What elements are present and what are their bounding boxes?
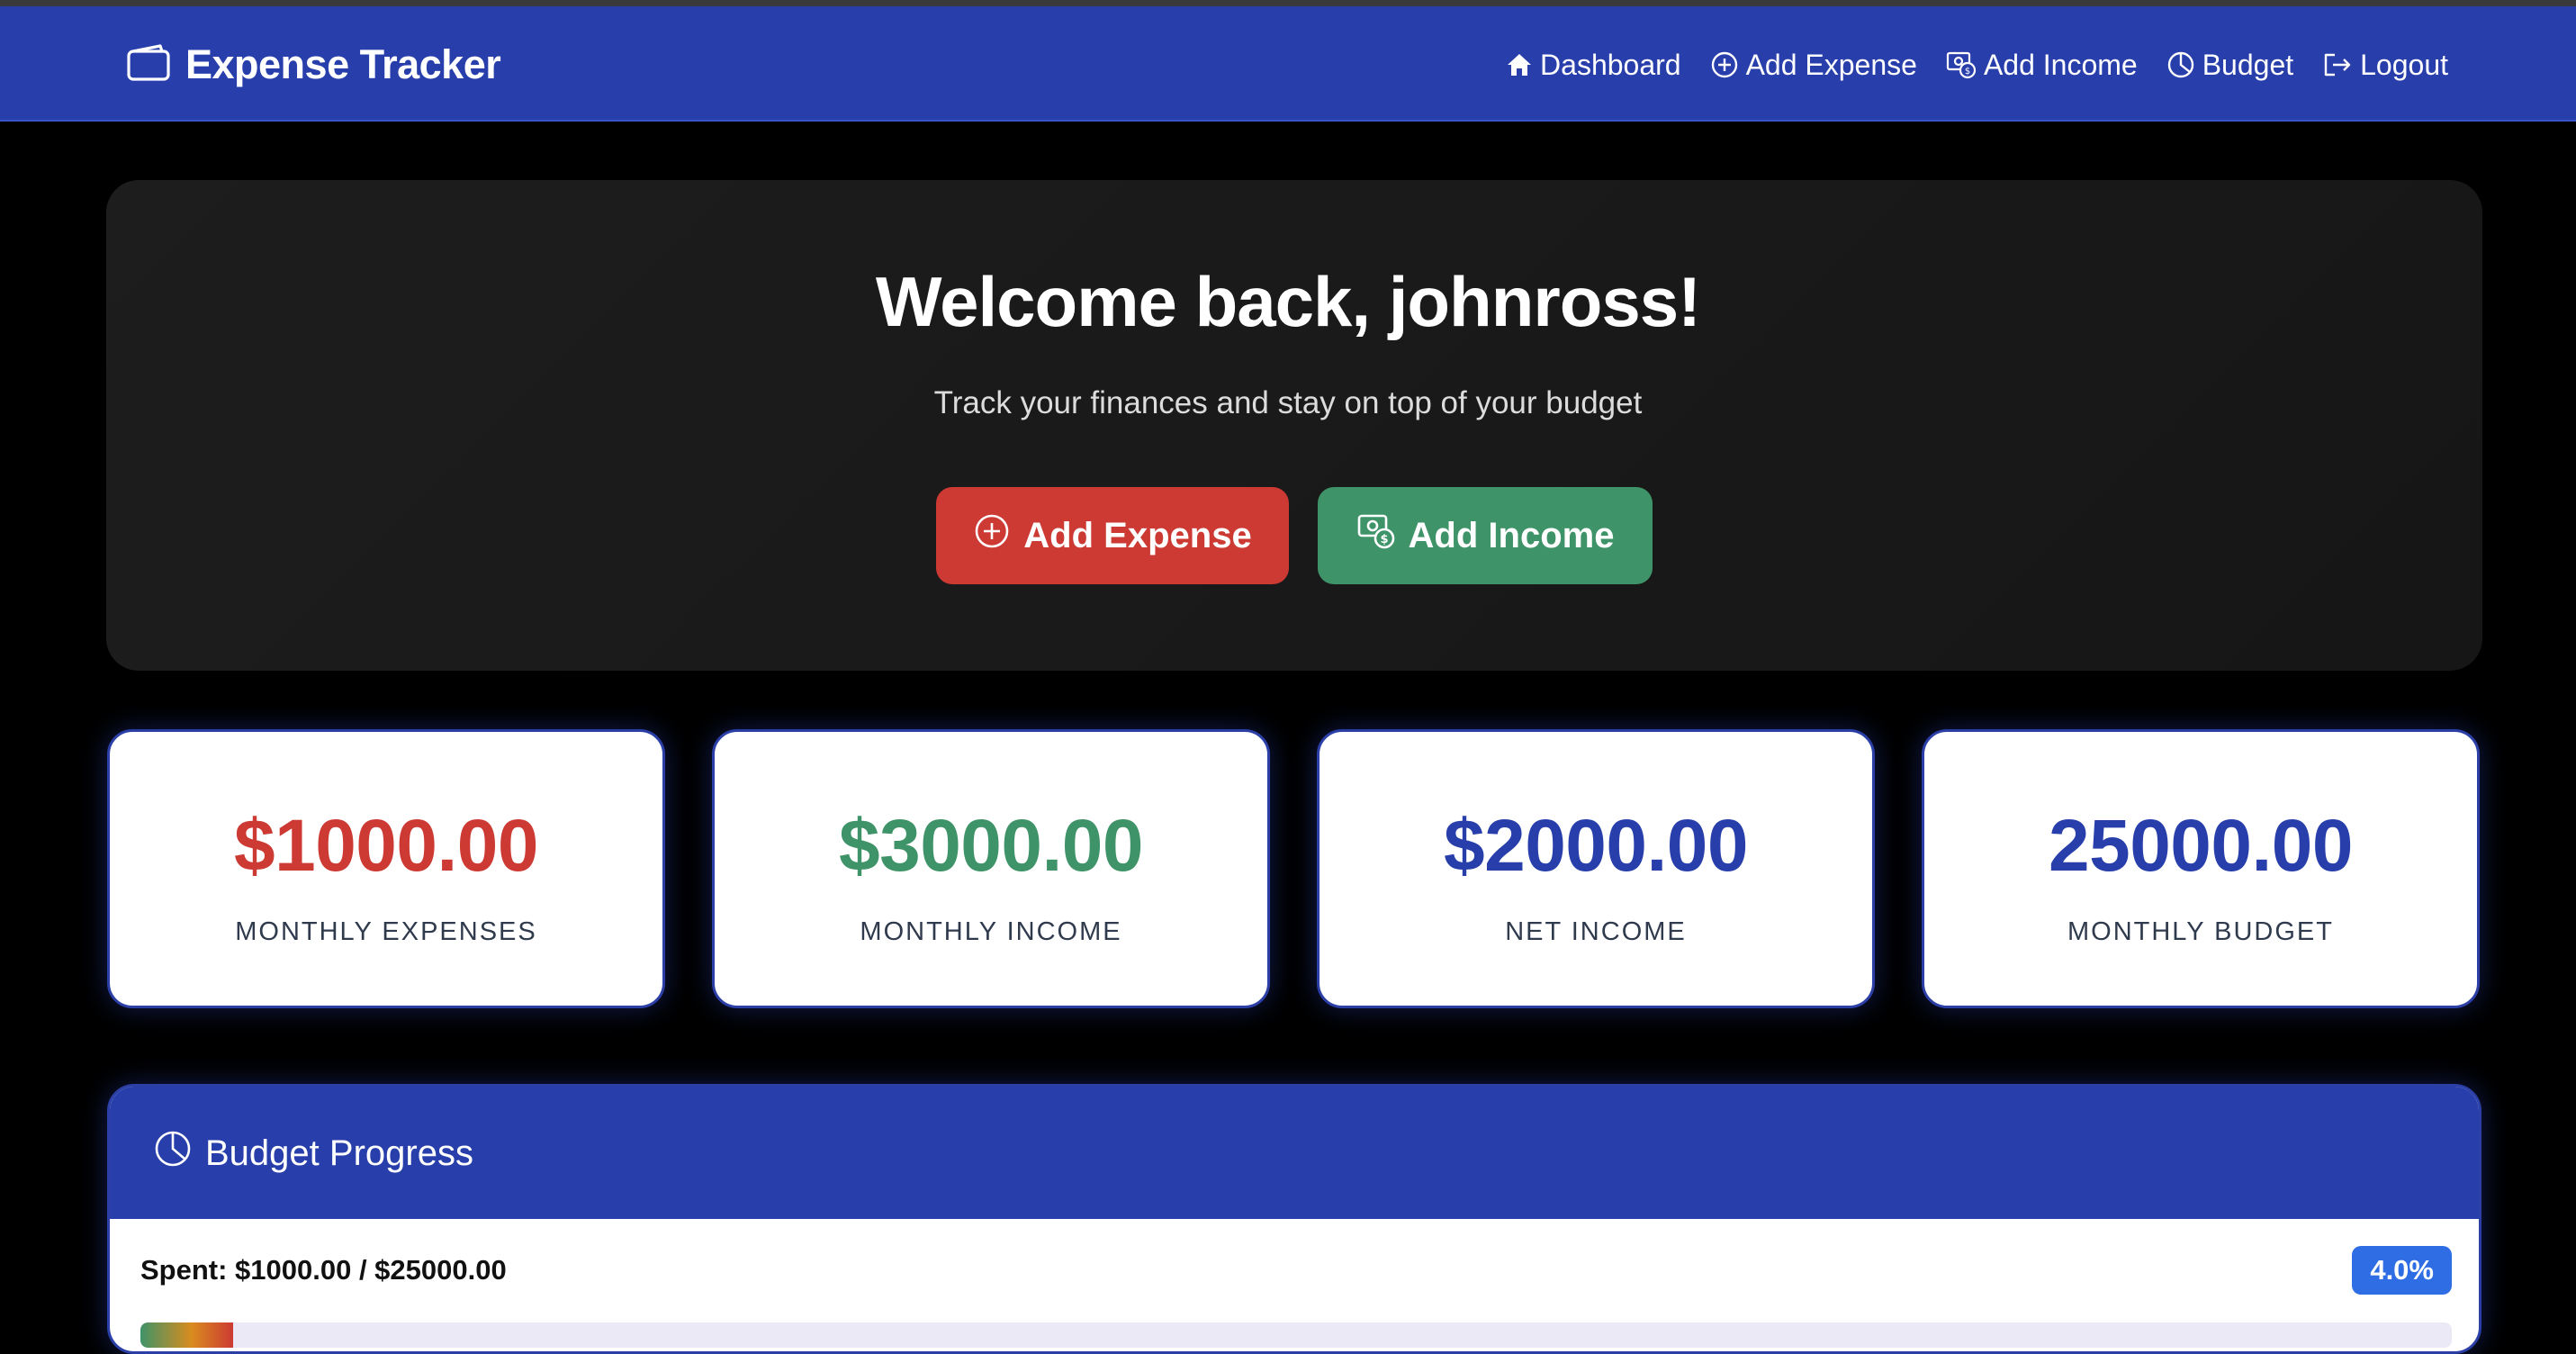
stat-card-monthly-budget: 25000.00 MONTHLY BUDGET (1922, 729, 2480, 1008)
brand[interactable]: Expense Tracker (126, 33, 501, 96)
nav-links: Dashboard Add Expense $ Add Income Budge… (1506, 33, 2448, 96)
stat-card-monthly-expenses: $1000.00 MONTHLY EXPENSES (107, 729, 665, 1008)
budget-progress-fill (140, 1322, 233, 1348)
add-income-label: Add Income (1408, 515, 1615, 555)
stat-value: 25000.00 (2048, 805, 2354, 887)
stat-value: $3000.00 (838, 805, 1144, 887)
add-expense-button[interactable]: Add Expense (936, 487, 1289, 584)
budget-progress-panel: Budget Progress Spent: $1000.00 / $25000… (107, 1084, 2481, 1354)
nav-item-add-income[interactable]: $ Add Income (1946, 49, 2138, 82)
stat-label: NET INCOME (1505, 917, 1687, 946)
navbar: Expense Tracker Dashboard Add Expense $ … (0, 6, 2576, 122)
plus-circle-icon (973, 512, 1011, 559)
window-top-strip (0, 0, 2576, 6)
app-title: Expense Tracker (185, 41, 501, 87)
stat-card-net-income: $2000.00 NET INCOME (1317, 729, 1875, 1008)
nav-item-add-expense[interactable]: Add Expense (1710, 49, 1917, 82)
budget-progress-title: Budget Progress (205, 1133, 473, 1173)
nav-item-dashboard[interactable]: Dashboard (1506, 49, 1681, 82)
stat-label: MONTHLY BUDGET (2067, 917, 2334, 946)
pie-chart-icon (153, 1129, 193, 1178)
nav-item-label: Add Income (1983, 48, 2138, 81)
stat-value: $2000.00 (1443, 805, 1749, 887)
stat-value: $1000.00 (233, 805, 539, 887)
cash-coin-icon: $ (1356, 512, 1396, 559)
nav-item-logout[interactable]: Logout (2322, 49, 2448, 82)
nav-item-label: Logout (2360, 48, 2448, 81)
svg-text:$: $ (1380, 533, 1388, 546)
nav-item-label: Budget (2202, 48, 2294, 81)
welcome-subtitle: Track your finances and stay on top of y… (933, 385, 1643, 420)
add-income-button[interactable]: $ Add Income (1318, 487, 1653, 584)
budget-percent-badge: 4.0% (2352, 1246, 2452, 1295)
stat-label: MONTHLY EXPENSES (235, 917, 537, 946)
welcome-hero (106, 180, 2482, 671)
nav-item-budget[interactable]: Budget (2166, 49, 2293, 82)
pie-chart-icon (2166, 50, 2195, 79)
budget-spent-text: Spent: $1000.00 / $25000.00 (140, 1254, 507, 1286)
nav-item-label: Dashboard (1540, 48, 1681, 81)
welcome-title: Welcome back, johnross! (875, 262, 1701, 341)
stat-card-monthly-income: $3000.00 MONTHLY INCOME (712, 729, 1270, 1008)
house-icon (1506, 51, 1533, 78)
logout-icon (2322, 51, 2353, 78)
stat-label: MONTHLY INCOME (860, 917, 1122, 946)
svg-text:$: $ (1965, 67, 1970, 77)
nav-item-label: Add Expense (1745, 48, 1917, 81)
budget-progress-bar (140, 1322, 2452, 1348)
cash-coin-icon: $ (1946, 50, 1977, 79)
budget-progress-header: Budget Progress (110, 1087, 2479, 1219)
wallet-icon (126, 43, 171, 86)
add-expense-label: Add Expense (1023, 515, 1252, 555)
plus-circle-icon (1710, 50, 1739, 79)
